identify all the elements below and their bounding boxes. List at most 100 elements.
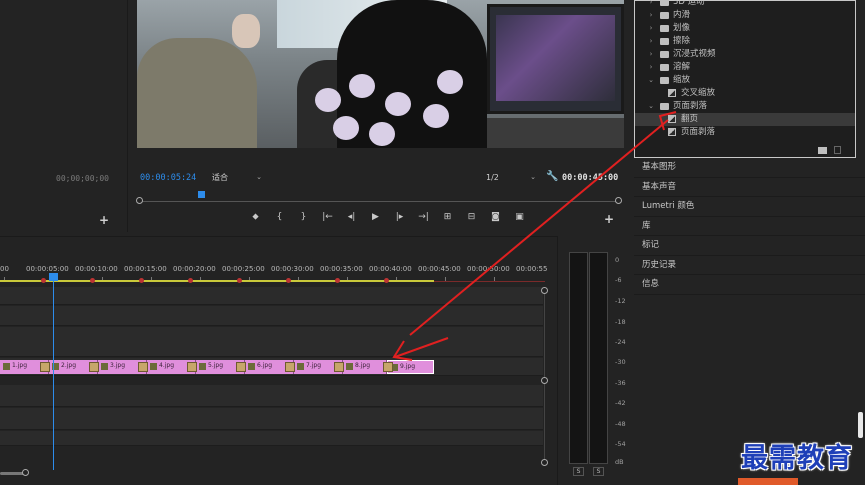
timeline-marker[interactable] xyxy=(41,278,46,283)
timeline-panel: 00 00:00:05:00 00:00:10:00 00:00:15:00 0… xyxy=(0,236,557,485)
timeline-marker[interactable] xyxy=(90,278,95,283)
compare-icon[interactable]: ▣ xyxy=(514,212,525,222)
transition-marker[interactable] xyxy=(236,362,246,372)
scrubber-right-handle[interactable] xyxy=(615,197,622,204)
tree-item-iris[interactable]: › 划像 xyxy=(635,22,855,35)
transition-marker[interactable] xyxy=(187,362,197,372)
audio-track-2[interactable] xyxy=(0,408,543,430)
tree-item-label: 缩放 xyxy=(673,75,691,85)
source-add-button[interactable]: + xyxy=(99,213,109,227)
program-current-time[interactable]: 00:00:05:24 xyxy=(140,173,196,183)
trash-icon[interactable] xyxy=(834,146,841,154)
tree-item-page-peel-folder[interactable]: ⌄ 页面剥落 xyxy=(635,100,855,113)
timeline-marker[interactable] xyxy=(384,278,389,283)
chevron-right-icon[interactable]: › xyxy=(647,35,655,48)
chevron-down-icon: ⌄ xyxy=(256,173,262,181)
timeline-marker[interactable] xyxy=(188,278,193,283)
transition-marker[interactable] xyxy=(383,362,393,372)
export-frame-icon[interactable]: ◙ xyxy=(490,212,501,222)
video-track-2[interactable] xyxy=(0,306,543,326)
tree-item-page-turn[interactable]: 翻页 xyxy=(635,113,855,126)
extract-icon[interactable]: ⊟ xyxy=(466,212,477,222)
timeline-marker[interactable] xyxy=(286,278,291,283)
transition-marker[interactable] xyxy=(89,362,99,372)
tree-item-wipe[interactable]: › 擦除 xyxy=(635,35,855,48)
chevron-right-icon[interactable]: › xyxy=(647,61,655,74)
timeline-marker[interactable] xyxy=(237,278,242,283)
chevron-down-icon[interactable]: ⌄ xyxy=(647,100,655,113)
panel-history[interactable]: 历史记录 xyxy=(634,256,865,275)
timeline-marker[interactable] xyxy=(139,278,144,283)
tree-item-label: 交叉缩放 xyxy=(681,88,716,98)
meter-scale-label: -42 xyxy=(615,399,626,407)
ruler-label: 00:00:25:00 xyxy=(222,265,265,273)
folder-icon xyxy=(660,38,669,45)
fit-label: 适合 xyxy=(212,173,228,182)
panel-essential-sound[interactable]: 基本声音 xyxy=(634,178,865,197)
vscroll-handle[interactable] xyxy=(541,287,548,294)
chevron-down-icon[interactable]: ⌄ xyxy=(647,74,655,87)
panel-markers[interactable]: 标记 xyxy=(634,236,865,256)
panel-scrollbar[interactable] xyxy=(858,412,863,438)
chevron-right-icon[interactable]: › xyxy=(647,9,655,22)
in-point-icon[interactable]: { xyxy=(274,212,285,222)
tree-item-dissolve[interactable]: › 溶解 xyxy=(635,61,855,74)
solo-left-button[interactable]: S xyxy=(573,467,584,476)
program-add-button[interactable]: + xyxy=(604,212,614,226)
transition-marker[interactable] xyxy=(334,362,344,372)
lift-icon[interactable]: ⊞ xyxy=(442,212,453,222)
timeline-playhead[interactable] xyxy=(49,273,58,281)
play-icon[interactable]: ▶ xyxy=(370,212,381,222)
tree-item-zoom[interactable]: ⌄ 缩放 xyxy=(635,74,855,87)
timeline-clip[interactable]: 8.jpg xyxy=(343,360,387,374)
chevron-right-icon[interactable]: › xyxy=(647,0,655,9)
marker-icon[interactable]: ⬥ xyxy=(250,212,261,222)
vscroll-handle[interactable] xyxy=(541,459,548,466)
scrubber-left-handle[interactable] xyxy=(136,197,143,204)
vscroll-handle[interactable] xyxy=(541,377,548,384)
step-back-icon[interactable]: ◂| xyxy=(346,212,357,222)
solo-right-button[interactable]: S xyxy=(593,467,604,476)
video-track-1-upper[interactable] xyxy=(0,327,543,357)
out-point-icon[interactable]: } xyxy=(298,212,309,222)
fit-dropdown[interactable]: 适合 ⌄ xyxy=(208,171,264,184)
watermark-logo: 最需教育 xyxy=(741,443,853,474)
tree-item-slide[interactable]: › 内滑 xyxy=(635,9,855,22)
resolution-dropdown[interactable]: 1/2 ⌄ xyxy=(482,171,538,184)
panel-info[interactable]: 信息 xyxy=(634,275,865,295)
go-to-in-icon[interactable]: |← xyxy=(322,212,333,222)
timeline-marker[interactable] xyxy=(335,278,340,283)
audio-track-1[interactable] xyxy=(0,385,543,407)
transition-marker[interactable] xyxy=(138,362,148,372)
chevron-right-icon[interactable]: › xyxy=(647,48,655,61)
timeline-playhead-line[interactable] xyxy=(53,275,54,470)
program-playhead[interactable] xyxy=(198,191,205,198)
panel-essential-graphics[interactable]: 基本图形 xyxy=(634,158,865,178)
wrench-icon[interactable]: 🔧 xyxy=(546,171,558,182)
tree-item-page-peel[interactable]: 页面剥落 xyxy=(635,126,855,139)
go-to-out-icon[interactable]: →| xyxy=(418,212,429,222)
timeline-work-area[interactable] xyxy=(0,280,434,282)
new-bin-icon[interactable] xyxy=(818,147,827,154)
timeline-clip-selected[interactable]: 9.jpg xyxy=(387,360,434,374)
panel-lumetri-color[interactable]: Lumetri 颜色 xyxy=(634,197,865,217)
source-timecode[interactable]: 00;00;00;00 xyxy=(56,174,109,183)
transition-marker[interactable] xyxy=(285,362,295,372)
tree-item-cross-zoom[interactable]: 交叉缩放 xyxy=(635,87,855,100)
clip-name: 5.jpg xyxy=(208,362,224,369)
timeline-vscroll-track[interactable] xyxy=(544,287,545,463)
transport-controls: ⬥ { } |← ◂| ▶ |▸ →| ⊞ ⊟ ◙ ▣ xyxy=(250,212,525,222)
video-track-3[interactable] xyxy=(0,287,543,305)
meter-scale-label: -24 xyxy=(615,338,626,346)
tree-item-label: 溶解 xyxy=(673,62,691,72)
program-scrubber[interactable] xyxy=(136,191,622,204)
chevron-right-icon[interactable]: › xyxy=(647,22,655,35)
hscroll-handle[interactable] xyxy=(22,469,29,476)
transition-marker[interactable] xyxy=(40,362,50,372)
step-forward-icon[interactable]: |▸ xyxy=(394,212,405,222)
panel-libraries[interactable]: 库 xyxy=(634,217,865,236)
tree-item-3d-motion[interactable]: › 3D 运动 xyxy=(635,0,855,9)
audio-track-3[interactable] xyxy=(0,431,543,446)
clip-name: 8.jpg xyxy=(355,362,371,369)
tree-item-immersive[interactable]: › 沉浸式视频 xyxy=(635,48,855,61)
